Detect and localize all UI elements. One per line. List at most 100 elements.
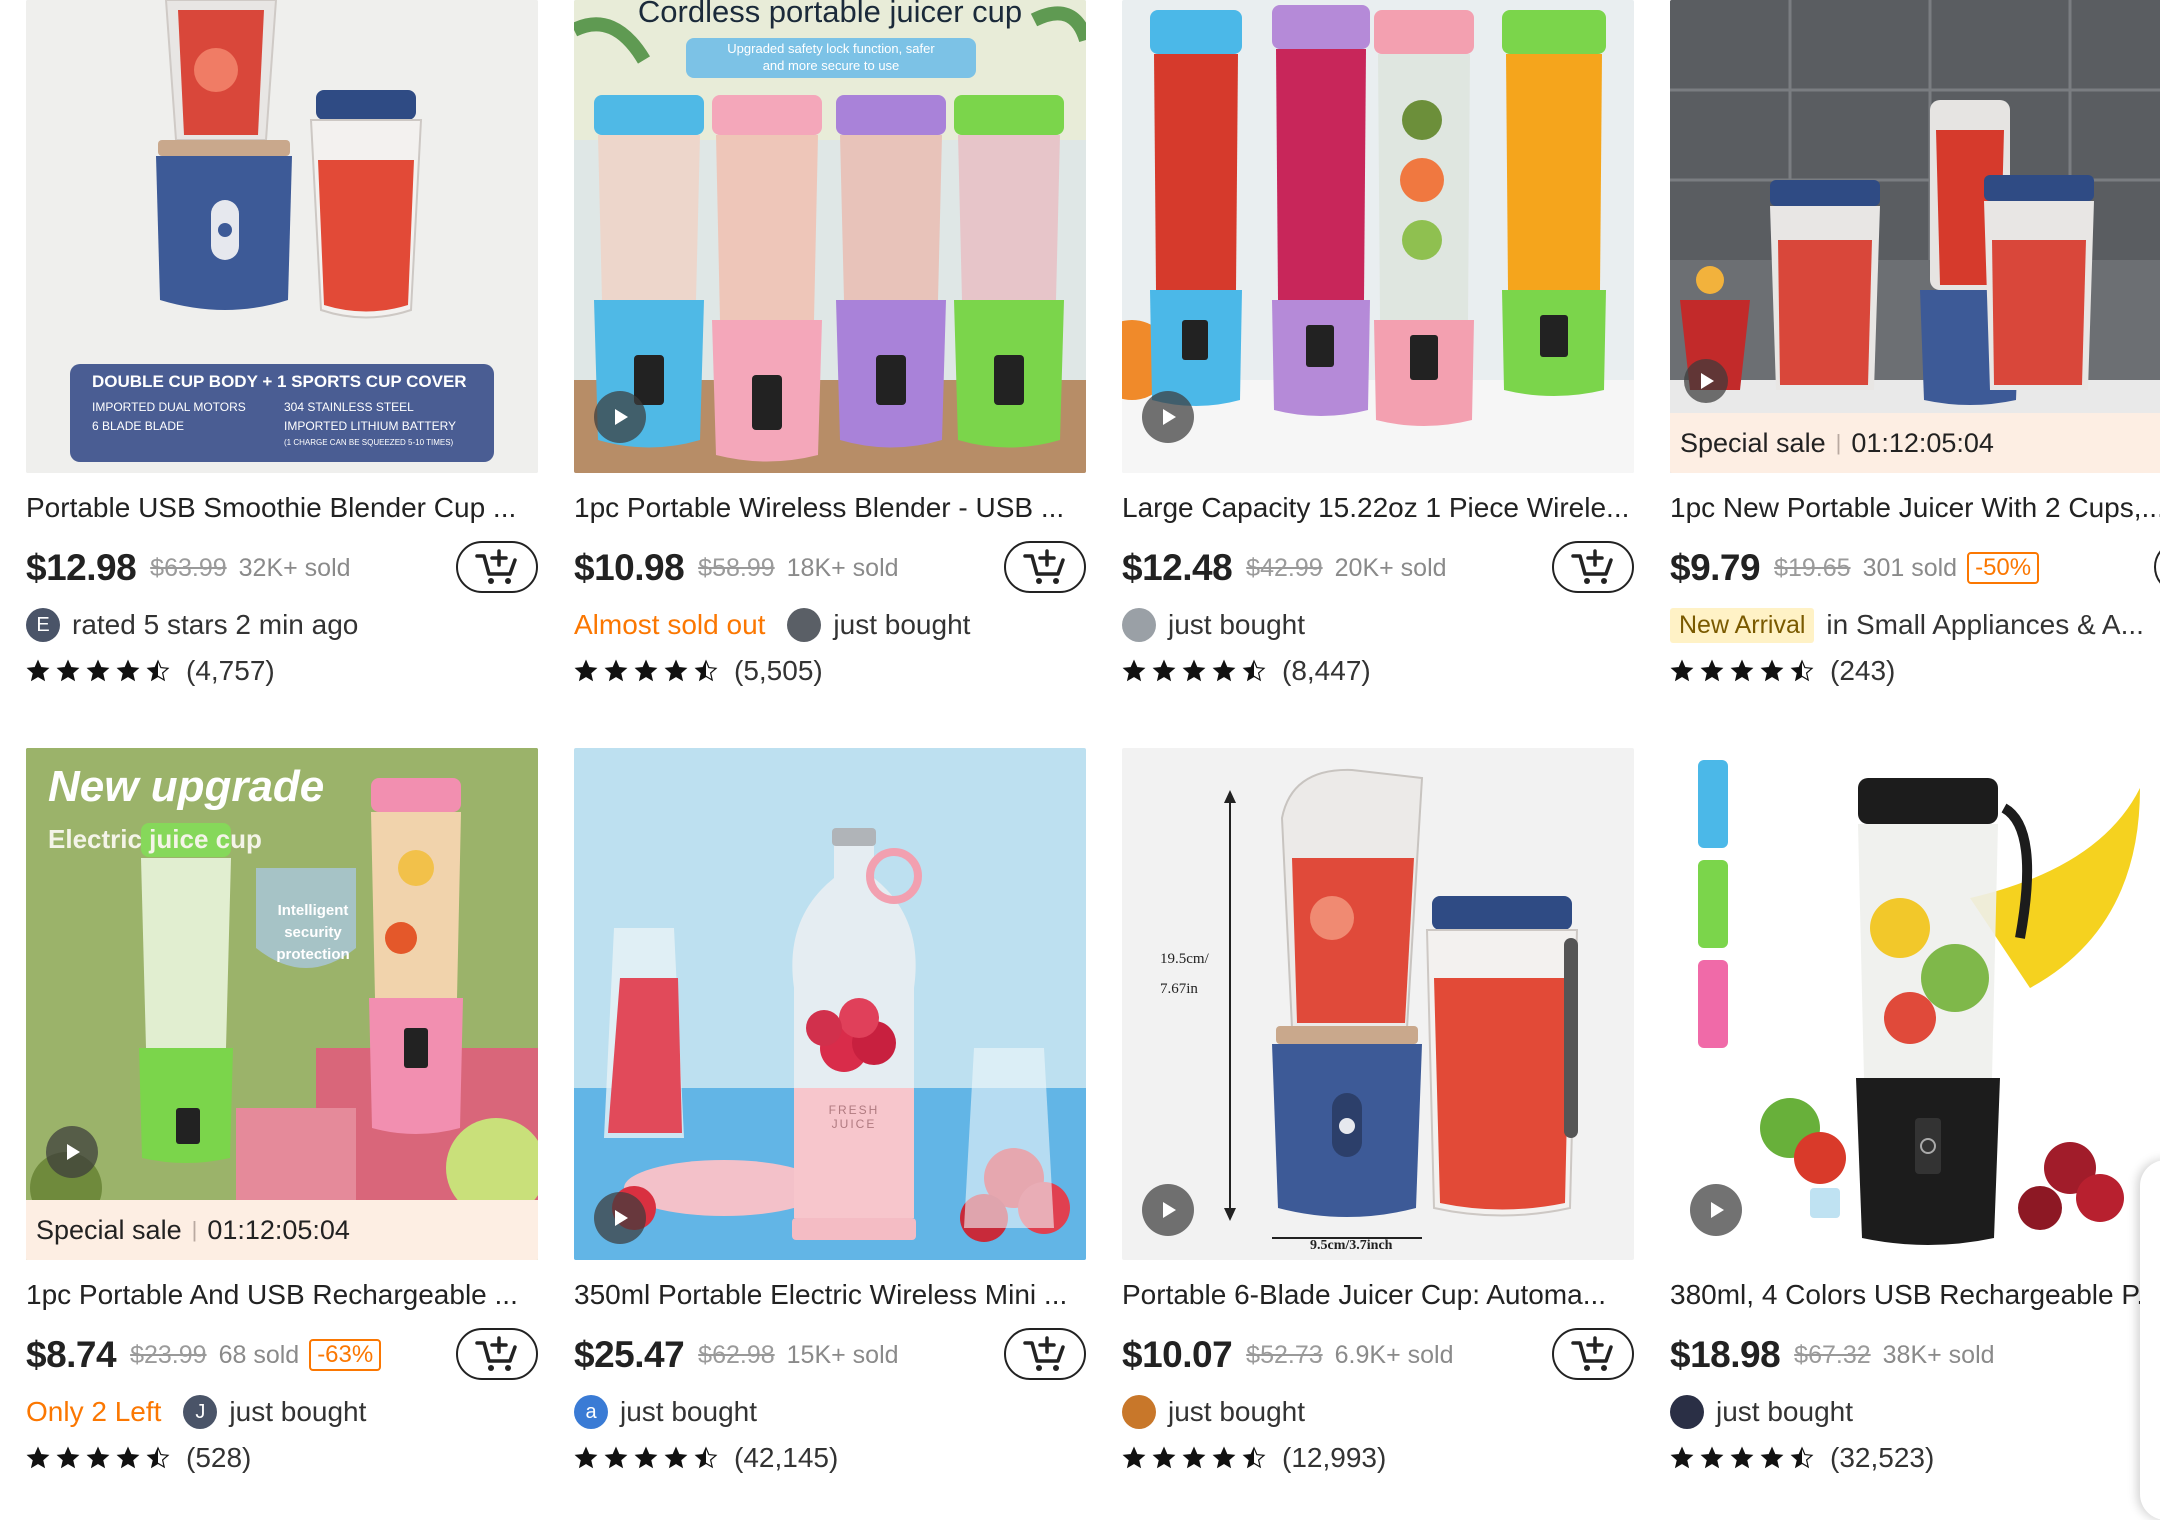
product-image[interactable]: Cordless portable juicer cup Upgraded sa… [574,0,1086,473]
product-card[interactable]: Cordless portable juicer cup Upgraded sa… [574,0,1086,691]
star-icon [1700,659,1724,682]
product-title[interactable]: Portable USB Smoothie Blender Cup ... [26,491,538,525]
product-price: $10.07 [1122,1334,1233,1375]
original-price: $52.73 [1246,1340,1323,1369]
add-to-cart-button[interactable] [1004,541,1086,593]
image-banner-text: IMPORTED DUAL MOTORS [92,400,246,414]
original-price: $67.32 [1794,1340,1871,1369]
add-to-cart-button[interactable] [1552,541,1634,593]
star-icon [634,659,658,682]
product-price: $12.98 [26,547,137,588]
cart-plus-icon [475,1336,517,1371]
sold-count: 15K+ sold [786,1340,899,1369]
product-card[interactable]: Large Capacity 15.22oz 1 Piece Wirele...… [1122,0,1634,691]
original-price: $42.99 [1246,553,1323,582]
original-price: $62.98 [698,1340,775,1369]
star-icon [604,659,628,682]
sold-count: 38K+ sold [1882,1340,1995,1369]
product-title[interactable]: 1pc New Portable Juicer With 2 Cups,... [1670,491,2160,525]
star-rating [1670,659,1820,683]
star-icon [1670,659,1694,682]
rating-count: (4,757) [186,655,275,686]
play-video-button[interactable] [1690,1184,1742,1236]
sale-label: Special sale [36,1214,182,1245]
buyer-avatar [787,608,822,642]
activity-text: just bought [833,609,971,640]
play-video-button[interactable] [1684,359,1728,403]
product-image[interactable]: 19.5cm/ 7.67in 9.5cm/3.7inch [1122,748,1634,1260]
product-price: $8.74 [26,1334,117,1375]
product-title[interactable]: 1pc Portable Wireless Blender - USB ... [574,491,1086,525]
play-icon [1163,409,1176,425]
product-title[interactable]: Portable 6-Blade Juicer Cup: Automa... [1122,1278,1634,1312]
product-image[interactable]: FRESH JUICE [574,748,1086,1260]
play-video-button[interactable] [1142,391,1194,443]
product-title[interactable]: Large Capacity 15.22oz 1 Piece Wirele... [1122,491,1634,525]
sold-count: 18K+ sold [786,553,899,582]
star-icon [1730,659,1754,682]
star-icon [694,659,718,682]
star-icon [1790,1446,1814,1469]
rating-count: (42,145) [734,1442,839,1473]
buyer-avatar: J [183,1395,218,1429]
star-icon [1212,659,1236,682]
original-price: $19.65 [1774,553,1851,582]
add-to-cart-button[interactable] [1004,1328,1086,1380]
star-icon [1670,1446,1694,1469]
separator: | [1835,430,1842,455]
activity-text: just bought [620,1396,757,1427]
star-icon [1212,1446,1236,1469]
new-arrival-badge: New Arrival [1670,607,1815,643]
product-card[interactable]: 380ml, 4 Colors USB Rechargeable P... $1… [1670,748,2160,1478]
side-floating-panel[interactable] [2140,1160,2160,1520]
star-icon [664,1446,688,1469]
image-heading: Cordless portable juicer cup [637,0,1023,29]
product-card[interactable]: FRESH JUICE 350ml Portable Electric Wire… [574,748,1086,1478]
urgency-label: Almost sold out [574,609,766,640]
star-icon [574,1446,598,1469]
star-icon [604,1446,628,1469]
rating-count: (5,505) [734,655,823,686]
play-video-button[interactable] [594,391,646,443]
add-to-cart-button[interactable] [456,541,538,593]
star-icon [1242,659,1266,682]
image-banner-text: (1 CHARGE CAN BE SQUEEZED 5-10 TIMES) [284,438,454,447]
product-title[interactable]: 1pc Portable And USB Rechargeable ... [26,1278,538,1312]
product-card[interactable]: Special sale | 01:12:05:04 1pc New Porta… [1670,0,2160,691]
play-icon [1701,373,1714,389]
product-image[interactable] [1670,748,2160,1260]
product-card[interactable]: 19.5cm/ 7.67in 9.5cm/3.7inch Portable 6-… [1122,748,1634,1478]
product-image[interactable]: DOUBLE CUP BODY + 1 SPORTS CUP COVER IMP… [26,0,538,473]
product-title[interactable]: 380ml, 4 Colors USB Rechargeable P... [1670,1278,2160,1312]
image-heading: New upgrade [48,762,325,811]
play-video-button[interactable] [1142,1184,1194,1236]
product-image[interactable]: Special sale | 01:12:05:04 [1670,0,2160,473]
original-price: $63.99 [150,553,227,582]
image-banner-text: 304 STAINLESS STEEL [284,400,414,414]
add-to-cart-button[interactable] [1552,1328,1634,1380]
product-card[interactable]: DOUBLE CUP BODY + 1 SPORTS CUP COVER IMP… [26,0,538,691]
play-video-button[interactable] [594,1192,646,1244]
star-icon [1182,659,1206,682]
special-sale-banner: Special sale | 01:12:05:04 [26,1200,538,1260]
star-icon [1122,659,1146,682]
star-icon [26,1446,50,1469]
product-image[interactable] [1122,0,1634,473]
rating-count: (528) [186,1442,252,1473]
sold-count: 6.9K+ sold [1334,1340,1454,1369]
play-video-button[interactable] [46,1126,98,1178]
category-text[interactable]: in Small Appliances & A... [1826,609,2144,641]
image-banner-text: 6 BLADE BLADE [92,419,185,433]
buyer-avatar: E [26,608,60,642]
star-icon [1182,1446,1206,1469]
product-image[interactable]: New upgrade Electric juice cup Intellige… [26,748,538,1260]
product-card[interactable]: New upgrade Electric juice cup Intellige… [26,748,538,1478]
buyer-avatar: a [574,1395,608,1429]
product-title[interactable]: 350ml Portable Electric Wireless Mini ..… [574,1278,1086,1312]
star-icon [664,659,688,682]
add-to-cart-button[interactable] [2154,541,2160,593]
rating-count: (32,523) [1830,1442,1935,1473]
add-to-cart-button[interactable] [456,1328,538,1380]
star-icon [1122,1446,1146,1469]
star-rating [574,1446,724,1470]
